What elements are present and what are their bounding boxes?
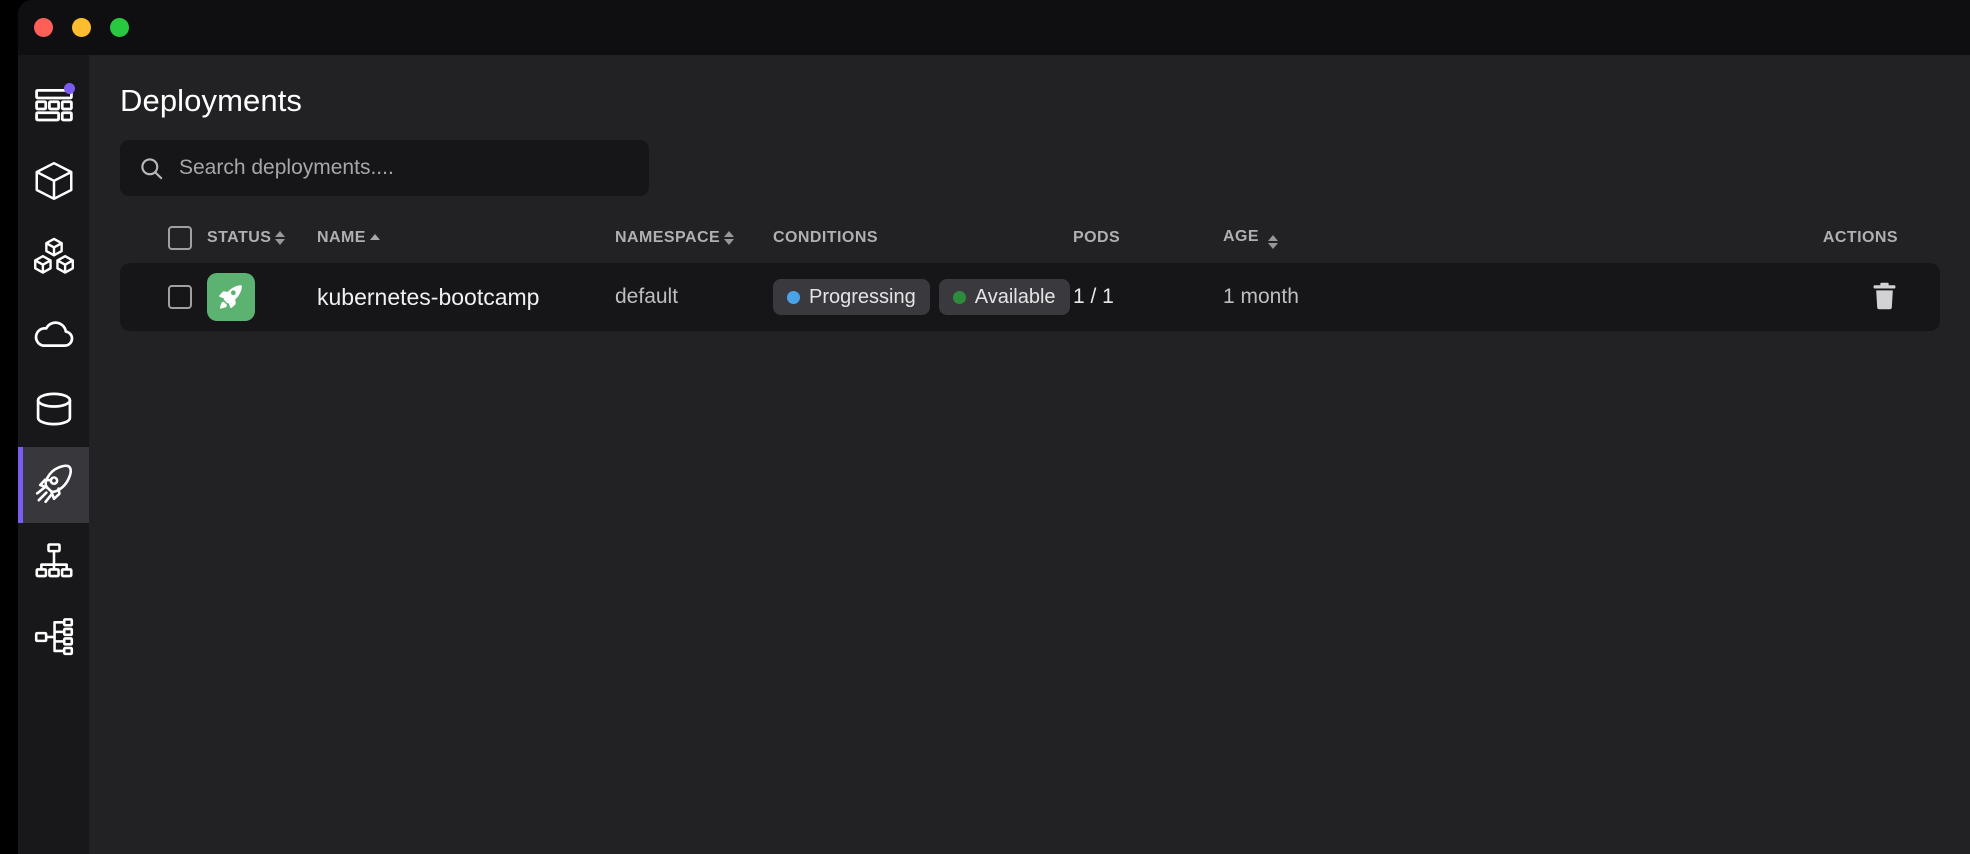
pods-count: 1 / 1 xyxy=(1073,285,1114,308)
column-header-conditions: CONDITIONS xyxy=(773,229,1073,247)
search-icon xyxy=(138,155,165,182)
column-header-namespace[interactable]: NAMESPACE xyxy=(615,229,773,247)
column-header-pods: PODS xyxy=(1073,229,1223,247)
column-header-status-label: STATUS xyxy=(207,229,271,247)
minimize-window-button[interactable] xyxy=(72,18,91,37)
row-pods-cell: 1 / 1 xyxy=(1073,285,1223,309)
close-window-button[interactable] xyxy=(34,18,53,37)
deployments-table: STATUS NAME NAMESPACE xyxy=(120,220,1940,331)
sitemap-icon xyxy=(32,539,76,583)
sort-toggle-status-icon[interactable] xyxy=(275,231,285,245)
column-header-namespace-label: NAMESPACE xyxy=(615,229,720,247)
row-namespace-cell: default xyxy=(615,285,773,309)
row-select-cell[interactable] xyxy=(120,285,207,309)
column-header-conditions-label: CONDITIONS xyxy=(773,229,878,246)
column-header-age-label: AGE xyxy=(1223,228,1259,245)
column-header-pods-label: PODS xyxy=(1073,229,1120,246)
rocket-icon xyxy=(30,461,78,509)
sidebar-notification-badge xyxy=(64,83,75,94)
sidebar-item-sitemap[interactable] xyxy=(18,523,89,599)
app-body: Deployments STATUS xyxy=(18,55,1970,854)
app-window: Deployments STATUS xyxy=(18,0,1970,854)
row-status-cell xyxy=(207,273,317,321)
column-header-name[interactable]: NAME xyxy=(317,229,615,247)
deployment-namespace: default xyxy=(615,285,678,308)
column-header-status[interactable]: STATUS xyxy=(207,229,317,247)
search-input[interactable] xyxy=(165,156,631,180)
column-header-name-label: NAME xyxy=(317,229,366,247)
condition-label: Progressing xyxy=(809,286,916,309)
condition-badge-progressing: Progressing xyxy=(773,279,930,315)
select-all-checkbox[interactable] xyxy=(168,226,192,250)
sidebar-nav xyxy=(18,55,89,854)
database-icon xyxy=(31,386,77,432)
row-age-cell: 1 month xyxy=(1223,285,1441,309)
condition-badge-available: Available xyxy=(939,279,1070,315)
row-actions-cell xyxy=(1441,281,1940,314)
search-bar[interactable] xyxy=(120,140,649,196)
deployment-age: 1 month xyxy=(1223,285,1299,308)
row-name-cell: kubernetes-bootcamp xyxy=(317,284,615,311)
delete-deployment-button[interactable] xyxy=(1871,281,1898,314)
status-rocket-icon xyxy=(207,273,255,321)
column-header-actions-label: ACTIONS xyxy=(1823,229,1898,247)
maximize-window-button[interactable] xyxy=(110,18,129,37)
network-topology-icon xyxy=(32,615,76,659)
cube-icon xyxy=(31,158,77,204)
sidebar-item-cubes[interactable] xyxy=(18,219,89,295)
trash-icon xyxy=(1871,281,1898,314)
condition-status-dot xyxy=(787,291,800,304)
deployment-name: kubernetes-bootcamp xyxy=(317,284,539,310)
sidebar-item-cloud[interactable] xyxy=(18,295,89,371)
conditions-list: Progressing Available xyxy=(773,279,1073,315)
sort-ascending-name-icon[interactable] xyxy=(370,234,380,242)
page-title: Deployments xyxy=(120,82,1940,119)
table-header-row: STATUS NAME NAMESPACE xyxy=(120,220,1940,256)
sort-toggle-namespace-icon[interactable] xyxy=(724,231,734,245)
cubes-stack-icon xyxy=(31,234,77,280)
window-titlebar xyxy=(18,0,1970,55)
condition-label: Available xyxy=(975,286,1056,309)
cloud-icon xyxy=(31,310,77,356)
table-row[interactable]: kubernetes-bootcamp default Progressing xyxy=(120,263,1940,331)
row-conditions-cell: Progressing Available xyxy=(773,279,1073,315)
sidebar-item-database[interactable] xyxy=(18,371,89,447)
sidebar-item-network-topology[interactable] xyxy=(18,599,89,675)
condition-status-dot xyxy=(953,291,966,304)
column-header-actions: ACTIONS xyxy=(1441,229,1940,247)
column-header-age[interactable]: AGE xyxy=(1223,228,1441,249)
sidebar-item-deployments[interactable] xyxy=(18,447,89,523)
row-select-checkbox[interactable] xyxy=(168,285,192,309)
select-all-cell[interactable] xyxy=(120,226,207,250)
traffic-light-group xyxy=(34,18,129,37)
sort-toggle-age-icon[interactable] xyxy=(1268,235,1278,249)
sidebar-item-dashboard[interactable] xyxy=(18,67,89,143)
sidebar-item-cube[interactable] xyxy=(18,143,89,219)
main-content: Deployments STATUS xyxy=(89,55,1970,854)
